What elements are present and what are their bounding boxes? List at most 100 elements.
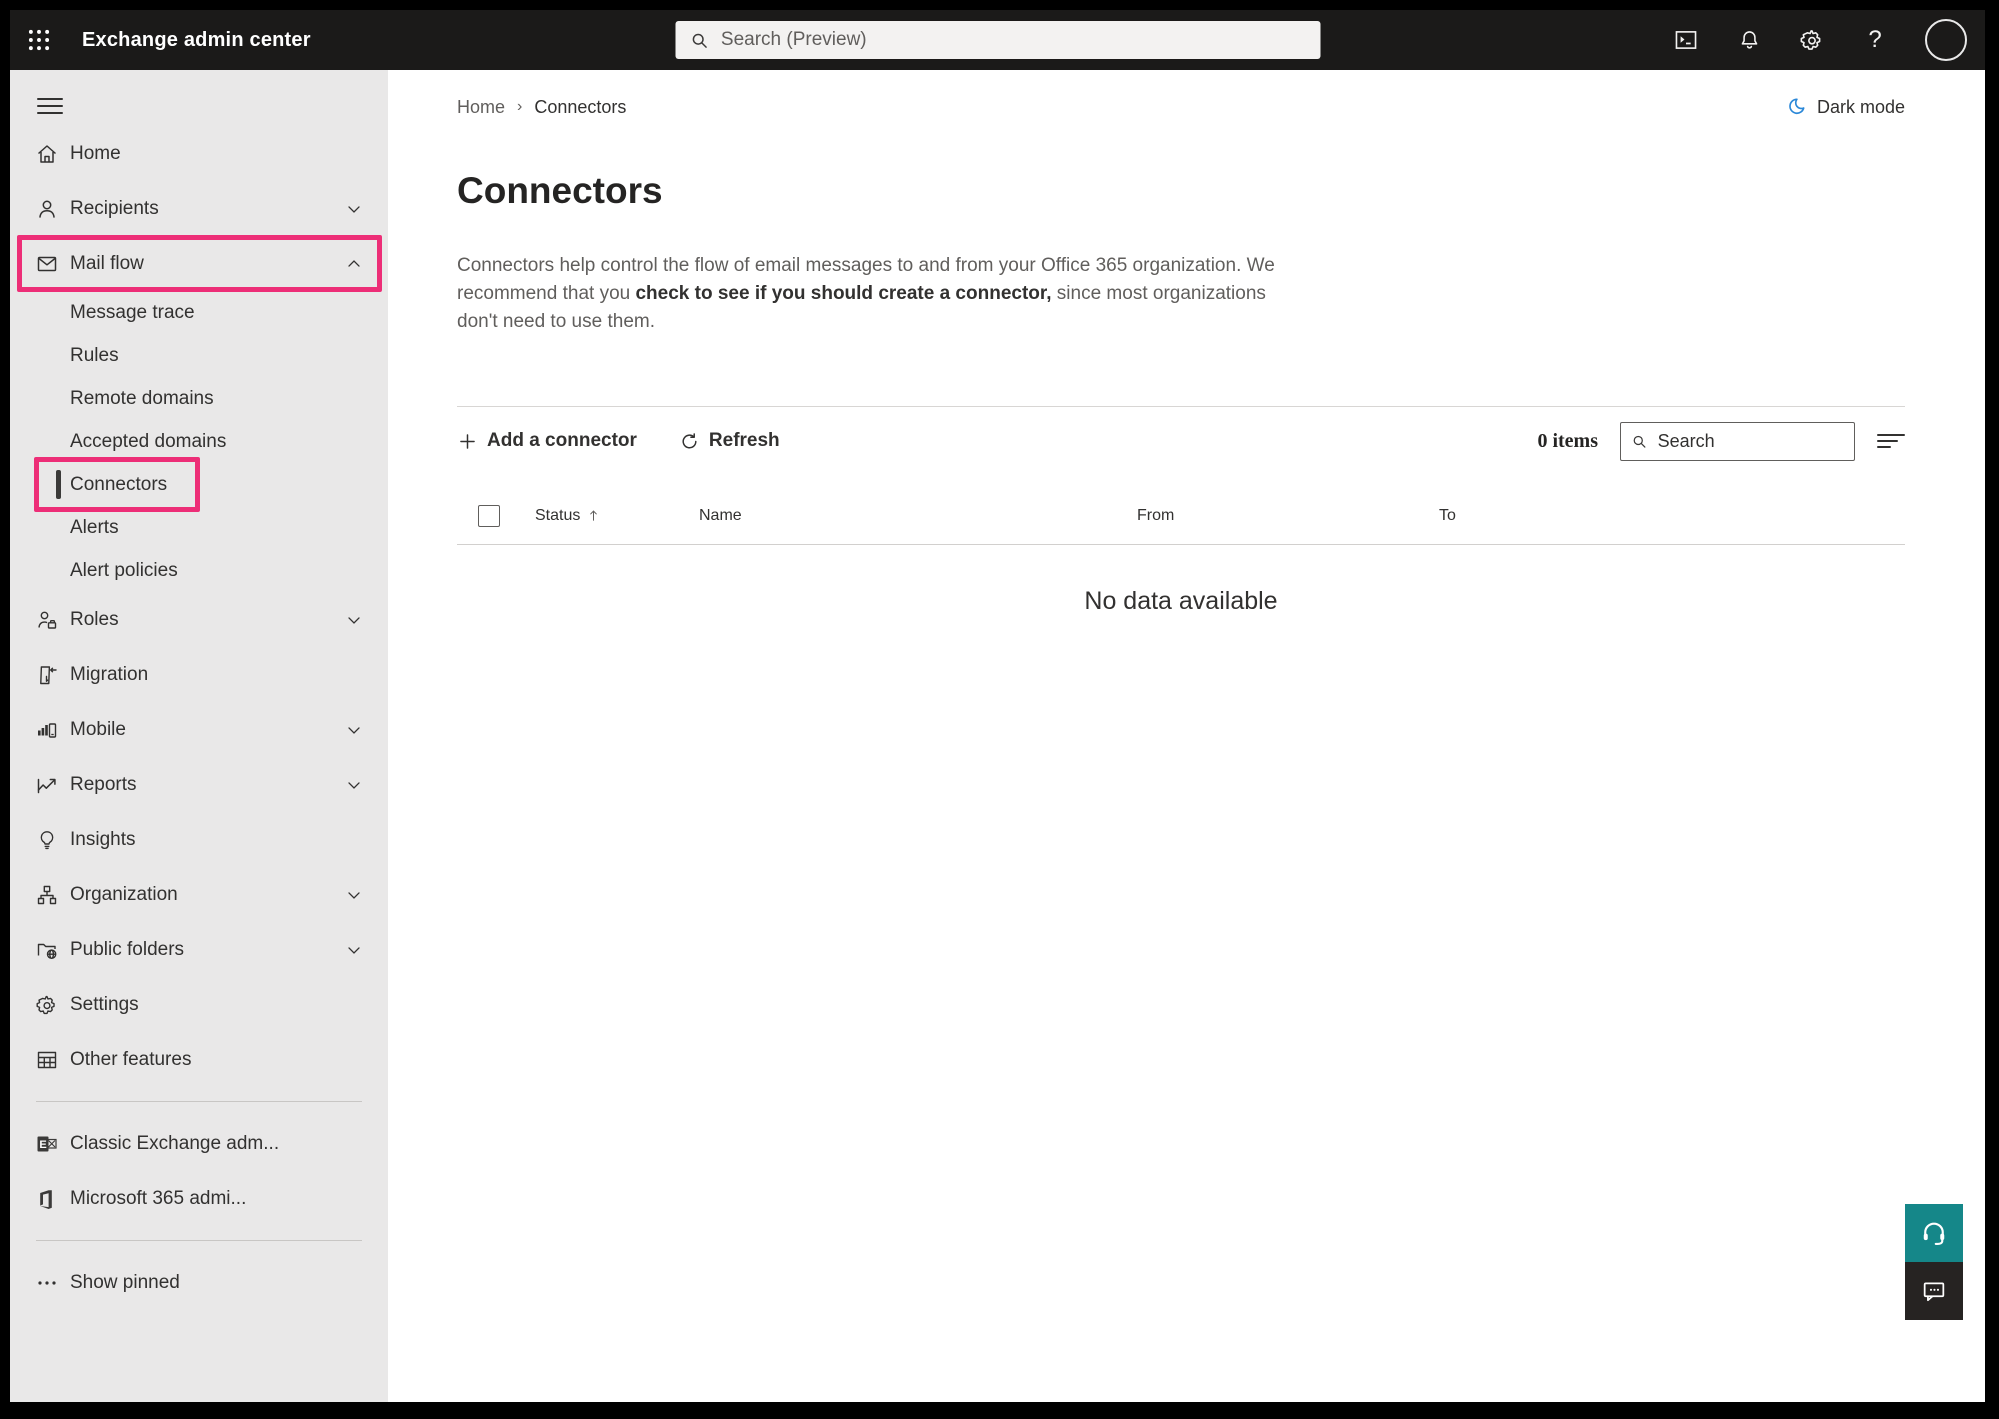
sidebar-item-reports[interactable]: Reports (10, 757, 388, 812)
classic-exchange-icon: E (35, 1132, 59, 1156)
notifications-button[interactable] (1736, 27, 1762, 53)
powershell-icon (1673, 27, 1699, 53)
global-search-box[interactable] (675, 21, 1320, 59)
column-header-name[interactable]: Name (699, 507, 1137, 525)
global-search-input[interactable] (721, 29, 1306, 51)
sidebar-divider (36, 1101, 362, 1102)
sidebar-item-label: Roles (70, 609, 119, 631)
sidebar-item-mail-flow[interactable]: Mail flow (10, 236, 388, 291)
settings-gear-button[interactable] (1799, 27, 1825, 53)
plus-icon (457, 431, 478, 452)
list-toolbar: Add a connector Refresh 0 items (457, 407, 1905, 475)
sidebar-item-settings[interactable]: Settings (10, 977, 388, 1032)
sidebar-item-label: Message trace (70, 302, 195, 324)
sidebar-item-insights[interactable]: Insights (10, 812, 388, 867)
list-search-box[interactable] (1620, 422, 1855, 461)
powershell-button[interactable] (1673, 27, 1699, 53)
column-header-from[interactable]: From (1137, 507, 1439, 525)
help-button[interactable]: ? (1862, 27, 1888, 53)
sidebar-item-roles[interactable]: Roles (10, 592, 388, 647)
floating-action-buttons (1905, 1204, 1963, 1320)
account-avatar[interactable] (1925, 19, 1967, 61)
items-count: 0 items (1537, 430, 1598, 453)
search-icon (1631, 432, 1648, 451)
sidebar-item-other-features[interactable]: Other features (10, 1032, 388, 1087)
sidebar-item-label: Public folders (70, 939, 184, 961)
column-header-status[interactable]: Status (535, 507, 699, 525)
column-label: To (1439, 507, 1456, 525)
selected-item-indicator (56, 470, 61, 499)
lightbulb-icon (35, 828, 59, 852)
nav-collapse-button[interactable] (10, 86, 388, 126)
sidebar-item-alerts[interactable]: Alerts (10, 506, 388, 549)
add-connector-button[interactable]: Add a connector (457, 430, 637, 452)
sidebar-item-recipients[interactable]: Recipients (10, 181, 388, 236)
sidebar-item-label: Classic Exchange adm... (70, 1133, 279, 1155)
sidebar-item-accepted-domains[interactable]: Accepted domains (10, 420, 388, 463)
sidebar-item-connectors[interactable]: Connectors (10, 463, 388, 506)
topbar-actions: ? (1673, 19, 1985, 61)
sidebar-divider (36, 1240, 362, 1241)
description-emphasis: check to see if you should create a conn… (635, 283, 1051, 304)
main-content: Home › Connectors Dark mode Connectors C… (388, 70, 1985, 1402)
home-icon (35, 142, 59, 166)
sidebar-item-migration[interactable]: Migration (10, 647, 388, 702)
org-chart-icon (35, 883, 59, 907)
filter-icon (1877, 430, 1905, 452)
line-chart-icon (35, 773, 59, 797)
gear-icon (1799, 27, 1825, 53)
sort-ascending-icon (586, 507, 601, 524)
refresh-button[interactable]: Refresh (679, 430, 780, 452)
filter-button[interactable] (1877, 430, 1905, 452)
app-shell: Home Recipients Mail flow (10, 70, 1985, 1402)
sidebar-item-show-pinned[interactable]: Show pinned (10, 1255, 388, 1310)
refresh-icon (679, 431, 700, 452)
sidebar-item-label: Alert policies (70, 560, 178, 582)
sidebar-item-label: Remote domains (70, 388, 214, 410)
column-header-to[interactable]: To (1439, 507, 1905, 525)
breadcrumb-home-link[interactable]: Home (457, 97, 505, 118)
column-label: Name (699, 507, 742, 525)
sidebar-item-rules[interactable]: Rules (10, 334, 388, 377)
waffle-icon (26, 27, 52, 53)
sidebar-item-label: Insights (70, 829, 135, 851)
breadcrumb-separator: › (517, 98, 522, 116)
sidebar-item-home[interactable]: Home (10, 126, 388, 181)
sidebar-item-label: Recipients (70, 198, 159, 220)
sidebar-item-label: Alerts (70, 517, 119, 539)
moon-icon (1785, 96, 1807, 118)
select-all-checkbox[interactable] (478, 505, 500, 527)
feedback-chat-icon (1920, 1277, 1948, 1305)
gear-icon (35, 993, 59, 1017)
column-label: Status (535, 507, 580, 525)
feedback-button[interactable] (1905, 1262, 1963, 1320)
ellipsis-icon (35, 1271, 59, 1295)
exchange-admin-center-window: Exchange admin center (10, 10, 1985, 1402)
sidebar-item-microsoft-365-admin[interactable]: Microsoft 365 admi... (10, 1171, 388, 1226)
dark-mode-label: Dark mode (1817, 97, 1905, 118)
migration-icon (35, 663, 59, 687)
sidebar-item-public-folders[interactable]: Public folders (10, 922, 388, 977)
sidebar-item-alert-policies[interactable]: Alert policies (10, 549, 388, 592)
breadcrumb: Home › Connectors (457, 97, 626, 118)
svg-text:E: E (39, 1139, 46, 1151)
sidebar-item-organization[interactable]: Organization (10, 867, 388, 922)
sidebar-item-remote-domains[interactable]: Remote domains (10, 377, 388, 420)
question-mark-icon: ? (1868, 26, 1881, 54)
sidebar-item-mobile[interactable]: Mobile (10, 702, 388, 757)
chevron-down-icon (344, 199, 364, 219)
column-label: From (1137, 507, 1174, 525)
chevron-down-icon (344, 940, 364, 960)
sidebar-item-label: Migration (70, 664, 148, 686)
app-title: Exchange admin center (82, 29, 311, 52)
hamburger-icon (37, 95, 63, 117)
person-icon (35, 197, 59, 221)
sidebar-item-classic-exchange-admin[interactable]: E Classic Exchange adm... (10, 1116, 388, 1171)
app-launcher-button[interactable] (10, 10, 68, 70)
dark-mode-toggle[interactable]: Dark mode (1785, 96, 1905, 118)
sidebar-item-message-trace[interactable]: Message trace (10, 291, 388, 334)
add-connector-label: Add a connector (487, 430, 637, 452)
table-grid-icon (35, 1048, 59, 1072)
support-button[interactable] (1905, 1204, 1963, 1262)
list-search-input[interactable] (1658, 431, 1844, 452)
